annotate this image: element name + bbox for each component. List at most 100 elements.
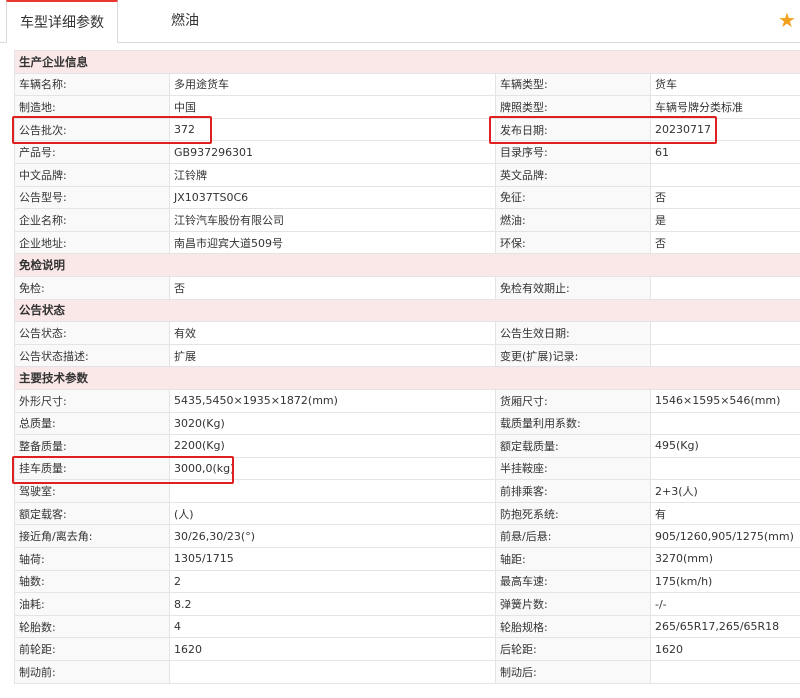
- param-label: 制动前:: [14, 660, 170, 684]
- param-label: 车辆类型:: [495, 72, 651, 97]
- param-value: 是: [650, 208, 800, 232]
- param-label: 公告状态描述:: [14, 343, 170, 368]
- param-label: 产品号:: [14, 140, 170, 164]
- param-value: 1305/1715: [169, 547, 496, 571]
- table-row: 制造地: 中国 牌照类型: 车辆号牌分类标准: [14, 95, 800, 119]
- param-label: 免征:: [495, 185, 651, 210]
- param-value: JX1037TS0C6: [169, 185, 496, 210]
- param-label: 前悬/后悬:: [495, 524, 651, 549]
- param-label: 油耗:: [14, 592, 170, 616]
- param-label: 挂车质量:: [14, 456, 170, 481]
- table-row: 公告状态: 有效 公告生效日期:: [14, 321, 800, 345]
- param-label: 制动后:: [495, 660, 651, 684]
- tab-fuel[interactable]: 燃油: [140, 0, 230, 42]
- param-label: 轴数:: [14, 569, 170, 594]
- param-value: 否: [650, 230, 800, 255]
- param-label: 企业地址:: [14, 230, 170, 255]
- section-header: 生产企业信息: [14, 50, 800, 74]
- param-label: 免检:: [14, 275, 170, 300]
- param-value: 中国: [169, 95, 496, 119]
- param-label: 轮胎规格:: [495, 614, 651, 639]
- table-row: 企业地址: 南昌市迎宾大道509号 环保: 否: [14, 230, 800, 255]
- param-label: 额定载质量:: [495, 434, 651, 458]
- param-value: 扩展: [169, 343, 496, 368]
- param-value: GB937296301: [169, 140, 496, 164]
- param-value: 2+3(人): [650, 479, 800, 503]
- table-row: 公告型号: JX1037TS0C6 免征: 否: [14, 185, 800, 210]
- param-label: 公告型号:: [14, 185, 170, 210]
- param-value: 3000,0(kg): [169, 456, 496, 481]
- param-label: 轴距:: [495, 547, 651, 571]
- param-label: 防抱死系统:: [495, 501, 651, 526]
- table-row: 挂车质量: 3000,0(kg) 半挂鞍座:: [14, 456, 800, 481]
- param-label: 公告生效日期:: [495, 321, 651, 345]
- param-value: 1620: [650, 637, 800, 662]
- table-row: 轴数: 2 最高车速: 175(km/h): [14, 569, 800, 594]
- param-value: 否: [650, 185, 800, 210]
- star-icon[interactable]: ★: [778, 10, 798, 30]
- param-value: 2: [169, 569, 496, 594]
- param-label: 接近角/离去角:: [14, 524, 170, 549]
- section-header: 免检说明: [14, 253, 800, 277]
- param-value: 2200(Kg): [169, 434, 496, 458]
- param-label: 制造地:: [14, 95, 170, 119]
- param-value: 8.2: [169, 592, 496, 616]
- param-value: 175(km/h): [650, 569, 800, 594]
- param-value: 5435,5450×1935×1872(mm): [169, 388, 496, 413]
- param-label: 后轮距:: [495, 637, 651, 662]
- param-value: 3020(Kg): [169, 411, 496, 436]
- param-value: [650, 343, 800, 368]
- param-label: 免检有效期止:: [495, 275, 651, 300]
- param-label: 燃油:: [495, 208, 651, 232]
- param-label: 企业名称:: [14, 208, 170, 232]
- param-value: 495(Kg): [650, 434, 800, 458]
- params-table: 生产企业信息 车辆名称: 多用途货车 车辆类型: 货车 制造地: 中国 牌照类型: 车辆号牌分类…: [14, 50, 800, 684]
- param-value: [650, 411, 800, 436]
- section-title: 主要技术参数: [14, 366, 800, 390]
- param-label: 货厢尺寸:: [495, 388, 651, 413]
- param-label: 载质量利用系数:: [495, 411, 651, 436]
- param-value: 3270(mm): [650, 547, 800, 571]
- param-value: 1620: [169, 637, 496, 662]
- param-value: 江铃牌: [169, 162, 496, 187]
- param-label: 目录序号:: [495, 140, 651, 164]
- param-label: 额定载客:: [14, 501, 170, 526]
- param-value: [650, 456, 800, 481]
- table-row: 总质量: 3020(Kg) 载质量利用系数:: [14, 411, 800, 436]
- param-value: [169, 479, 496, 503]
- param-value: [650, 275, 800, 300]
- param-label: 外形尺寸:: [14, 388, 170, 413]
- table-row: 额定载客: (人) 防抱死系统: 有: [14, 501, 800, 526]
- param-value: 否: [169, 275, 496, 300]
- params-table-wrap: 生产企业信息 车辆名称: 多用途货车 车辆类型: 货车 制造地: 中国 牌照类型: 车辆号牌分类…: [14, 50, 800, 684]
- param-label: 公告状态:: [14, 321, 170, 345]
- param-label: 变更(扩展)记录:: [495, 343, 651, 368]
- param-value: [650, 660, 800, 684]
- tab-vehicle-params[interactable]: 车型详细参数: [6, 0, 118, 43]
- table-row: 轴荷: 1305/1715 轴距: 3270(mm): [14, 547, 800, 571]
- param-value: 多用途货车: [169, 72, 496, 97]
- param-label: 中文品牌:: [14, 162, 170, 187]
- param-value: -/-: [650, 592, 800, 616]
- param-label: 半挂鞍座:: [495, 456, 651, 481]
- param-label: 环保:: [495, 230, 651, 255]
- section-header: 主要技术参数: [14, 366, 800, 390]
- param-label: 车辆名称:: [14, 72, 170, 97]
- param-value: (人): [169, 501, 496, 526]
- param-label: 前轮距:: [14, 637, 170, 662]
- section-header: 公告状态: [14, 298, 800, 323]
- table-row: 驾驶室: 前排乘客: 2+3(人): [14, 479, 800, 503]
- param-value: [169, 660, 496, 684]
- param-value: 有效: [169, 321, 496, 345]
- param-value: 1546×1595×546(mm): [650, 388, 800, 413]
- section-title: 免检说明: [14, 253, 800, 277]
- param-label: 轮胎数:: [14, 614, 170, 639]
- param-value: [650, 321, 800, 345]
- table-row: 公告状态描述: 扩展 变更(扩展)记录:: [14, 343, 800, 368]
- param-label: 整备质量:: [14, 434, 170, 458]
- section-title: 生产企业信息: [14, 50, 800, 74]
- param-label: 英文品牌:: [495, 162, 651, 187]
- table-row: 前轮距: 1620 后轮距: 1620: [14, 637, 800, 662]
- table-row: 油耗: 8.2 弹簧片数: -/-: [14, 592, 800, 616]
- table-row: 外形尺寸: 5435,5450×1935×1872(mm) 货厢尺寸: 1546×15…: [14, 388, 800, 413]
